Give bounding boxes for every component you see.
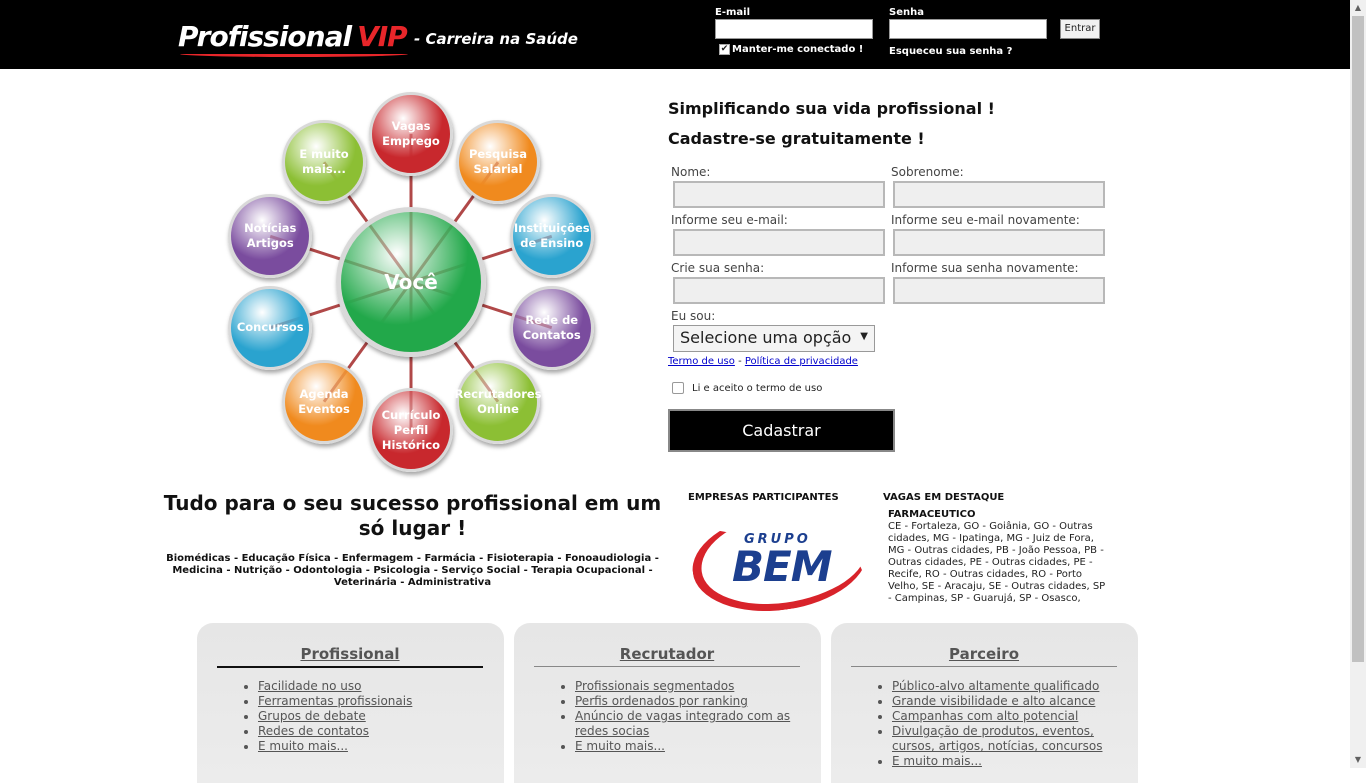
dropdown-arrow-icon: ▼ <box>860 331 868 342</box>
list-item[interactable]: Divulgação de produtos, eventos, cursos,… <box>892 724 1122 754</box>
login-email-label: E-mail <box>715 7 751 18</box>
card-title[interactable]: Parceiro <box>851 645 1117 667</box>
diagram-center-node: Você <box>336 207 486 357</box>
list-item[interactable]: Profissionais segmentados <box>575 679 805 694</box>
terms-links: Termo de uso - Política de privacidade <box>668 356 858 367</box>
last-name-input[interactable] <box>893 181 1105 208</box>
accept-terms[interactable]: Li e aceito o termo de uso <box>672 382 822 394</box>
email-input[interactable] <box>673 229 885 256</box>
login-password-input[interactable] <box>889 19 1047 39</box>
site-tagline: - Carreira na Saúde <box>414 30 578 48</box>
page-scrollbar[interactable]: ▲ ▼ <box>1350 0 1366 768</box>
services-diagram: Vagas Emprego Pesquisa Salarial Instituiçõ… <box>210 85 620 485</box>
diagram-node: Rede de Contatos <box>509 285 594 370</box>
list-item[interactable]: Anúncio de vagas integrado com as redes … <box>575 709 805 739</box>
card-feature-list: Facilidade no uso Ferramentas profission… <box>258 679 488 754</box>
email-label: Informe seu e-mail: <box>671 213 788 227</box>
diagram-node: Vagas Emprego <box>369 92 453 176</box>
password-confirm-input[interactable] <box>893 277 1105 304</box>
login-button[interactable]: Entrar <box>1060 19 1100 39</box>
card-feature-list: Público-alvo altamente qualificado Grand… <box>892 679 1122 769</box>
list-item[interactable]: Perfis ordenados por ranking <box>575 694 805 709</box>
first-name-input[interactable] <box>673 181 885 208</box>
scroll-down-arrow-icon[interactable]: ▼ <box>1350 752 1366 768</box>
list-item[interactable]: Grande visibilidade e alto alcance <box>892 694 1122 709</box>
password-label: Crie sua senha: <box>671 261 765 275</box>
logo-main-text: Profissional <box>178 20 352 53</box>
terms-of-use-link[interactable]: Termo de uso <box>668 356 735 367</box>
logo-accent-text: VIP <box>357 20 408 53</box>
role-select[interactable]: Selecione uma opção ▼ <box>673 325 875 352</box>
list-item[interactable]: Público-alvo altamente qualificado <box>892 679 1122 694</box>
registration-title: Simplificando sua vida profissional ! <box>668 99 995 118</box>
list-item[interactable]: Campanhas com alto potencial <box>892 709 1122 724</box>
list-item[interactable]: Facilidade no uso <box>258 679 488 694</box>
site-logo[interactable]: Profissional VIP <box>178 20 408 54</box>
featured-job-title[interactable]: FARMACEUTICO <box>888 509 976 520</box>
card-title[interactable]: Recrutador <box>534 645 800 667</box>
email-confirm-label: Informe seu e-mail novamente: <box>891 213 1080 227</box>
logo-swoosh <box>180 51 408 57</box>
card-divider <box>851 666 1117 667</box>
keep-connected-label: Manter-me conectado ! <box>732 44 864 55</box>
password-confirm-label: Informe sua senha novamente: <box>891 261 1079 275</box>
list-item[interactable]: E muito mais... <box>258 739 488 754</box>
scroll-up-arrow-icon[interactable]: ▲ <box>1350 0 1366 16</box>
diagram-node: Recrutadores Online <box>454 359 542 444</box>
accept-terms-checkbox[interactable] <box>672 382 684 394</box>
list-item[interactable]: Ferramentas profissionais <box>258 694 488 709</box>
keep-connected[interactable]: ✔ Manter-me conectado ! <box>719 44 863 55</box>
list-item[interactable]: Grupos de debate <box>258 709 488 724</box>
login-email-input[interactable] <box>715 19 873 39</box>
diagram-node: E muito mais... <box>282 120 366 205</box>
list-item[interactable]: E muito mais... <box>892 754 1122 769</box>
accept-terms-label: Li e aceito o termo de uso <box>692 382 823 394</box>
featured-job-locations: CE - Fortaleza, GO - Goiânia, GO - Outra… <box>888 521 1106 604</box>
diagram-node: Instituições de Ensino <box>509 194 594 279</box>
role-select-value: Selecione uma opção <box>680 328 852 347</box>
forgot-password-link[interactable]: Esqueceu sua senha ? <box>889 46 1012 57</box>
card-divider <box>534 666 800 667</box>
card-divider <box>217 666 483 668</box>
diagram-node: Concursos <box>228 285 313 370</box>
list-item[interactable]: Redes de contatos <box>258 724 488 739</box>
grupo-bem-logo[interactable]: GRUPO BEM <box>686 500 874 622</box>
login-password-label: Senha <box>889 7 924 18</box>
terms-separator: - <box>738 356 742 367</box>
card-feature-list: Profissionais segmentados Perfis ordenad… <box>575 679 805 754</box>
keep-connected-checkbox[interactable]: ✔ <box>719 44 730 55</box>
privacy-policy-link[interactable]: Política de privacidade <box>745 356 858 367</box>
card-parceiro: Parceiro Público-alvo altamente qualific… <box>831 623 1138 783</box>
list-item[interactable]: E muito mais... <box>575 739 805 754</box>
card-title[interactable]: Profissional <box>217 645 483 667</box>
diagram-node: Pesquisa Salarial <box>455 120 540 205</box>
register-button[interactable]: Cadastrar <box>668 409 895 452</box>
diagram-node: Notícias Artigos <box>228 194 313 279</box>
diagram-node: Agenda Eventos <box>282 359 366 444</box>
role-label: Eu sou: <box>671 309 716 323</box>
health-areas-list: Biomédicas - Educação Física - Enfermage… <box>166 553 659 588</box>
password-input[interactable] <box>673 277 885 304</box>
companies-title: EMPRESAS PARTICIPANTES <box>688 492 839 503</box>
last-name-label: Sobrenome: <box>891 165 964 179</box>
scroll-thumb[interactable] <box>1352 16 1364 662</box>
diagram-node: Currículo Perfil Histórico <box>369 388 453 472</box>
email-confirm-input[interactable] <box>893 229 1105 256</box>
promo-headline: Tudo para o seu sucesso profissional em … <box>163 491 662 540</box>
logo-bem-text: BEM <box>732 542 832 591</box>
registration-subtitle: Cadastre-se gratuitamente ! <box>668 129 925 148</box>
featured-jobs-title: VAGAS EM DESTAQUE <box>883 492 1005 503</box>
card-profissional: Profissional Facilidade no uso Ferrament… <box>197 623 504 783</box>
first-name-label: Nome: <box>671 165 711 179</box>
card-recrutador: Recrutador Profissionais segmentados Per… <box>514 623 821 783</box>
top-header: Profissional VIP - Carreira na Saúde E-ma… <box>0 0 1350 69</box>
